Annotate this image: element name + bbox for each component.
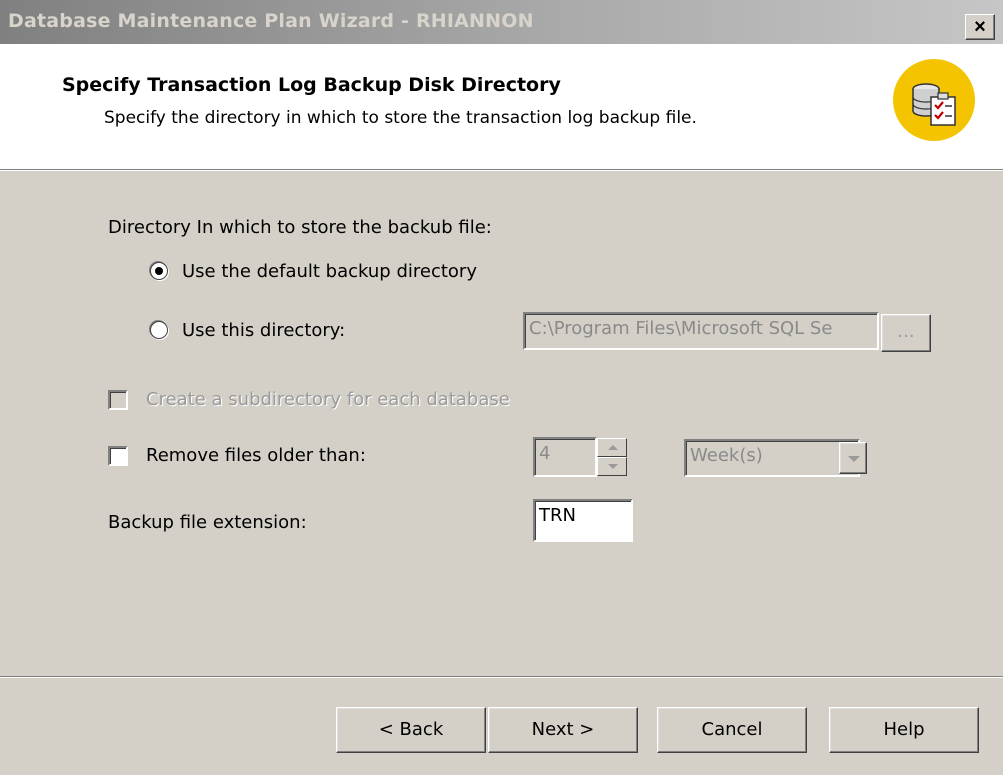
window-title: Database Maintenance Plan Wizard - RHIAN… xyxy=(8,10,534,32)
extension-input[interactable]: TRN xyxy=(533,499,633,542)
chevron-down-icon xyxy=(848,456,860,462)
browse-button[interactable]: ... xyxy=(881,314,931,352)
help-button[interactable]: Help xyxy=(829,707,979,753)
extension-label: Backup file extension: xyxy=(108,512,307,533)
database-checklist-icon xyxy=(893,59,975,141)
radio-selected-dot xyxy=(155,267,163,275)
page-title: Specify Transaction Log Backup Disk Dire… xyxy=(62,74,561,96)
wizard-window: Database Maintenance Plan Wizard - RHIAN… xyxy=(0,0,1003,775)
cancel-button[interactable]: Cancel xyxy=(657,707,807,753)
spin-down-button[interactable] xyxy=(597,457,627,476)
title-bar[interactable]: Database Maintenance Plan Wizard - RHIAN… xyxy=(0,0,1003,44)
footer-divider xyxy=(0,676,1003,678)
remove-age-input[interactable]: 4 xyxy=(533,437,597,477)
subdirectory-label[interactable]: Create a subdirectory for each database xyxy=(146,389,510,410)
remove-files-checkbox[interactable] xyxy=(108,446,128,466)
age-unit-select[interactable]: Week(s) xyxy=(684,439,860,477)
wizard-header: Specify Transaction Log Backup Disk Dire… xyxy=(0,44,1003,171)
next-button[interactable]: Next > xyxy=(488,707,638,753)
default-directory-label[interactable]: Use the default backup directory xyxy=(182,261,477,282)
custom-directory-radio[interactable] xyxy=(150,321,168,339)
dropdown-button[interactable] xyxy=(839,442,867,474)
close-button[interactable]: × xyxy=(965,14,995,40)
directory-group-label: Directory In which to store the backub f… xyxy=(108,217,492,238)
page-subtitle: Specify the directory in which to store … xyxy=(104,108,697,128)
default-directory-radio[interactable] xyxy=(150,262,168,280)
arrow-up-icon xyxy=(608,445,618,450)
back-button[interactable]: < Back xyxy=(336,707,486,753)
spin-up-button[interactable] xyxy=(597,438,627,457)
remove-files-label[interactable]: Remove files older than: xyxy=(146,445,366,466)
directory-path-input[interactable]: C:\Program Files\Microsoft SQL Se xyxy=(523,312,879,350)
subdirectory-checkbox[interactable] xyxy=(108,390,128,410)
custom-directory-label[interactable]: Use this directory: xyxy=(182,320,345,341)
arrow-down-icon xyxy=(608,464,618,469)
